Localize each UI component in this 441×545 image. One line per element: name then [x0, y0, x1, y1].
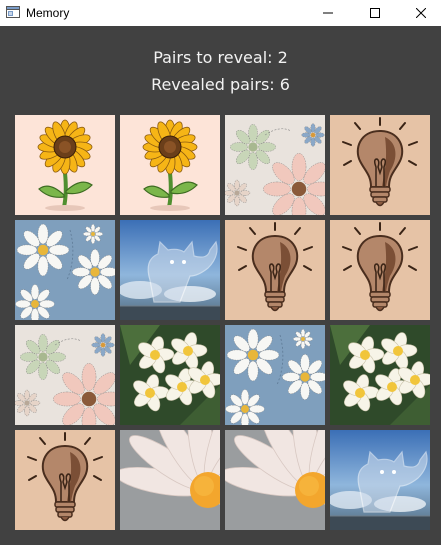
card-daisy-closeup[interactable]	[225, 430, 325, 530]
minimize-button[interactable]	[305, 0, 351, 26]
card-pastel-flowers[interactable]	[15, 325, 115, 425]
card-frangipani[interactable]	[330, 325, 430, 425]
sunflower-image	[15, 115, 115, 215]
lightbulb-image	[225, 220, 325, 320]
frangipani-image	[120, 325, 220, 425]
lightbulb-image	[330, 220, 430, 320]
lightbulb-image	[15, 430, 115, 530]
title-bar: Memory	[0, 0, 441, 26]
frangipani-image	[330, 325, 430, 425]
revealed-pairs-label: Revealed pairs: 6	[151, 75, 290, 94]
lightbulb-image	[330, 115, 430, 215]
blue-daisies-image	[15, 220, 115, 320]
card-cat-sky[interactable]	[120, 220, 220, 320]
close-button[interactable]	[398, 0, 441, 26]
card-blue-daisies[interactable]	[225, 325, 325, 425]
card-lightbulb[interactable]	[15, 430, 115, 530]
card-pastel-flowers[interactable]	[225, 115, 325, 215]
card-blue-daisies[interactable]	[15, 220, 115, 320]
close-icon	[416, 8, 426, 18]
card-sunflower[interactable]	[15, 115, 115, 215]
daisy-closeup-image	[120, 430, 220, 530]
pastel-flowers-image	[15, 325, 115, 425]
daisy-closeup-image	[225, 430, 325, 530]
minimize-icon	[323, 12, 333, 14]
card-daisy-closeup[interactable]	[120, 430, 220, 530]
maximize-button[interactable]	[352, 0, 398, 26]
maximize-icon	[370, 8, 380, 18]
pairs-to-reveal-label: Pairs to reveal: 2	[153, 48, 288, 67]
pastel-flowers-image	[225, 115, 325, 215]
cat-sky-image	[120, 220, 220, 320]
card-cat-sky[interactable]	[330, 430, 430, 530]
card-frangipani[interactable]	[120, 325, 220, 425]
card-lightbulb[interactable]	[330, 115, 430, 215]
window-title: Memory	[26, 6, 70, 20]
card-lightbulb[interactable]	[225, 220, 325, 320]
card-grid	[15, 115, 430, 530]
app-icon	[6, 5, 20, 19]
card-lightbulb[interactable]	[330, 220, 430, 320]
card-sunflower[interactable]	[120, 115, 220, 215]
blue-daisies-image	[225, 325, 325, 425]
cat-sky-image	[330, 430, 430, 530]
sunflower-image	[120, 115, 220, 215]
